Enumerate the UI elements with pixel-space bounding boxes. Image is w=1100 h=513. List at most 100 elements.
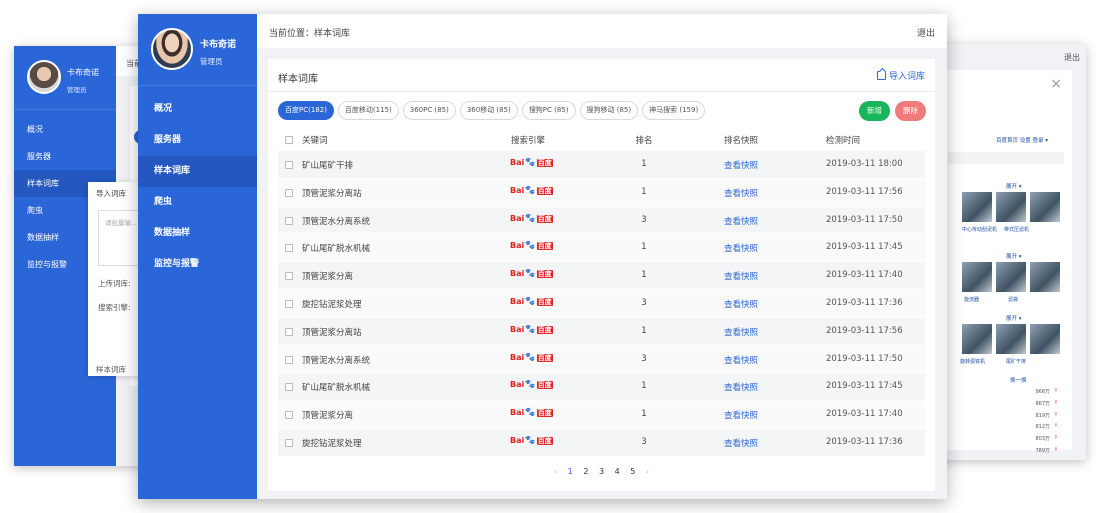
bg-left-user-role: 管理员 [67, 86, 87, 94]
row-checkbox[interactable] [285, 327, 293, 336]
bg-right-search-bar [948, 152, 1064, 164]
row-rank: 3 [641, 297, 647, 308]
main-window: 卡布奇诺 管理员 概况 服务器 样本词库 爬虫 数据抽样 监控与报警 当前位置：… [138, 14, 947, 499]
column-header-time: 检测时间 [826, 136, 861, 146]
baidu-logo: Bai🐾︎ 百度 [510, 185, 553, 196]
next-page-button[interactable]: › [646, 467, 649, 476]
row-rank: 1 [641, 381, 647, 392]
page-3[interactable]: 3 [599, 467, 604, 476]
view-snapshot-link[interactable]: 查看快照 [724, 409, 758, 421]
row-check-time: 2019-03-11 17:45 [826, 381, 903, 392]
tab-shenma[interactable]: 神马搜索 (159) [642, 101, 706, 120]
column-header-engine: 搜索引擎 [511, 136, 546, 146]
row-checkbox[interactable] [285, 383, 293, 392]
import-modal-engine-label: 搜索引擎: [98, 303, 131, 312]
row-keyword: 旋挖钻泥浆处理 [302, 438, 362, 449]
hot-value: 803万 [1035, 436, 1050, 443]
lexicon-panel: 样本词库 导入词库 百度PC(182) 百度移动(115) 360PC (85)… [268, 59, 935, 491]
view-snapshot-link[interactable]: 查看快照 [724, 326, 758, 338]
logout-button[interactable]: 退出 [917, 26, 935, 39]
sidebar-item-sample-lexicon[interactable]: 样本词库 [138, 156, 257, 187]
row-checkbox[interactable] [285, 299, 293, 308]
baidu-logo: Bai🐾︎ 百度 [510, 408, 553, 419]
tab-baidu-pc[interactable]: 百度PC(182) [278, 101, 334, 120]
bg-right-more-link: 展开 ▾ [1006, 254, 1022, 260]
column-header-rank: 排名 [635, 136, 653, 146]
view-snapshot-link[interactable]: 查看快照 [724, 242, 758, 254]
row-keyword: 矿山尾矿脱水机械 [302, 244, 371, 255]
import-icon [876, 71, 886, 80]
pagination: ‹ 1 2 3 4 5 › [268, 467, 935, 476]
hot-item: 812万 ↑ [1035, 423, 1058, 431]
select-all-checkbox[interactable] [285, 136, 293, 144]
delete-button[interactable]: 删除 [895, 101, 926, 121]
view-snapshot-link[interactable]: 查看快照 [724, 159, 758, 171]
avatar[interactable] [151, 28, 193, 70]
hot-item: 789万 ↑ [1035, 446, 1058, 454]
row-check-time: 2019-03-11 17:45 [826, 242, 903, 253]
import-modal-placeholder: 请批量输... [105, 219, 138, 227]
bg-right-caption: 旋流器 [964, 297, 980, 303]
page-5[interactable]: 5 [630, 467, 635, 476]
tab-360-pc[interactable]: 360PC (85) [402, 101, 456, 120]
sidebar-item-monitoring[interactable]: 监控与报警 [138, 249, 257, 280]
baidu-logo: Bai🐾︎ 百度 [510, 296, 553, 307]
tab-sogou-pc[interactable]: 搜狗PC (85) [521, 101, 576, 120]
bg-right-caption: 中心传动刮泥机 [962, 227, 998, 233]
page-1[interactable]: 1 [568, 467, 573, 476]
tab-360-mobile[interactable]: 360移动 (85) [459, 101, 518, 120]
row-check-time: 2019-03-11 17:36 [826, 297, 903, 308]
import-lexicon-button[interactable]: 导入词库 [876, 69, 925, 82]
table-body: 矿山尾矿干排 Bai🐾︎ 百度 1 查看快照 2019-03-11 18:00 顶… [278, 151, 925, 457]
view-snapshot-link[interactable]: 查看快照 [724, 354, 758, 366]
bg-right-hot-list: 966万 ↑ 867万 ↑ 819万 ↑ 812万 ↑ 803万 ↑ 789万 ↑ [958, 388, 1062, 459]
row-keyword: 旋挖钻泥浆处理 [302, 299, 362, 310]
view-snapshot-link[interactable]: 查看快照 [724, 298, 758, 310]
bg-right-refresh: 换一换 [1010, 378, 1027, 384]
hot-value: 812万 [1035, 424, 1050, 431]
page-4[interactable]: 4 [615, 467, 620, 476]
row-rank: 1 [641, 186, 647, 197]
bg-right-caption: 旋转弧铁机 [960, 359, 986, 365]
page-2[interactable]: 2 [583, 467, 588, 476]
tab-baidu-mobile[interactable]: 百度移动(115) [337, 101, 399, 120]
hot-item: 803万 ↑ [1035, 435, 1058, 443]
prev-page-button[interactable]: ‹ [554, 467, 557, 476]
row-checkbox[interactable] [285, 216, 293, 225]
row-checkbox[interactable] [285, 188, 293, 197]
baidu-logo: Bai🐾︎ 百度 [510, 241, 553, 252]
view-snapshot-link[interactable]: 查看快照 [724, 215, 758, 227]
row-keyword: 矿山尾矿干排 [302, 161, 354, 171]
sidebar-item-crawler[interactable]: 爬虫 [138, 187, 257, 218]
row-checkbox[interactable] [285, 355, 293, 364]
bg-right-more-link: 展开 ▾ [1006, 316, 1022, 322]
row-check-time: 2019-03-11 17:56 [826, 186, 903, 197]
background-window-right: 退出 × 百度首页 设置 登录 ▾ 展开 ▾ 中心传动刮泥机 带式压滤机 展开 … [930, 44, 1086, 460]
hot-value: 867万 [1035, 400, 1050, 407]
view-snapshot-link[interactable]: 查看快照 [724, 187, 758, 199]
row-checkbox[interactable] [285, 438, 293, 447]
row-keyword: 顶管泥浆分离站 [302, 327, 362, 338]
row-checkbox[interactable] [285, 411, 293, 420]
table-row: 顶管泥浆分离站 Bai🐾︎ 百度 1 查看快照 2019-03-11 17:56 [278, 178, 925, 207]
row-keyword: 顶管泥浆分离 [302, 272, 354, 283]
sidebar-item-data-sampling[interactable]: 数据抽样 [138, 218, 257, 249]
row-checkbox[interactable] [285, 244, 293, 253]
view-snapshot-link[interactable]: 查看快照 [724, 381, 758, 393]
row-checkbox[interactable] [285, 161, 293, 169]
view-snapshot-link[interactable]: 查看快照 [724, 437, 758, 449]
view-snapshot-link[interactable]: 查看快照 [724, 270, 758, 282]
row-checkbox[interactable] [285, 272, 293, 281]
sidebar-item-overview[interactable]: 概况 [138, 94, 257, 125]
import-modal-title: 导入词库 [96, 189, 126, 198]
bg-left-nav-item: 服务器 [27, 152, 51, 161]
add-button[interactable]: 新增 [859, 101, 890, 121]
bg-right-thumbs [962, 324, 1060, 354]
sidebar-item-servers[interactable]: 服务器 [138, 125, 257, 156]
user-name: 卡布奇诺 [200, 40, 237, 50]
table-row: 顶管泥浆分离站 Bai🐾︎ 百度 1 查看快照 2019-03-11 17:56 [278, 317, 925, 346]
tab-sogou-mobile[interactable]: 搜狗移动 (85) [579, 101, 639, 120]
bg-right-thumbs [962, 262, 1060, 292]
table-row: 顶管泥浆分离 Bai🐾︎ 百度 1 查看快照 2019-03-11 17:40 [278, 401, 925, 429]
row-rank: 1 [641, 409, 647, 420]
